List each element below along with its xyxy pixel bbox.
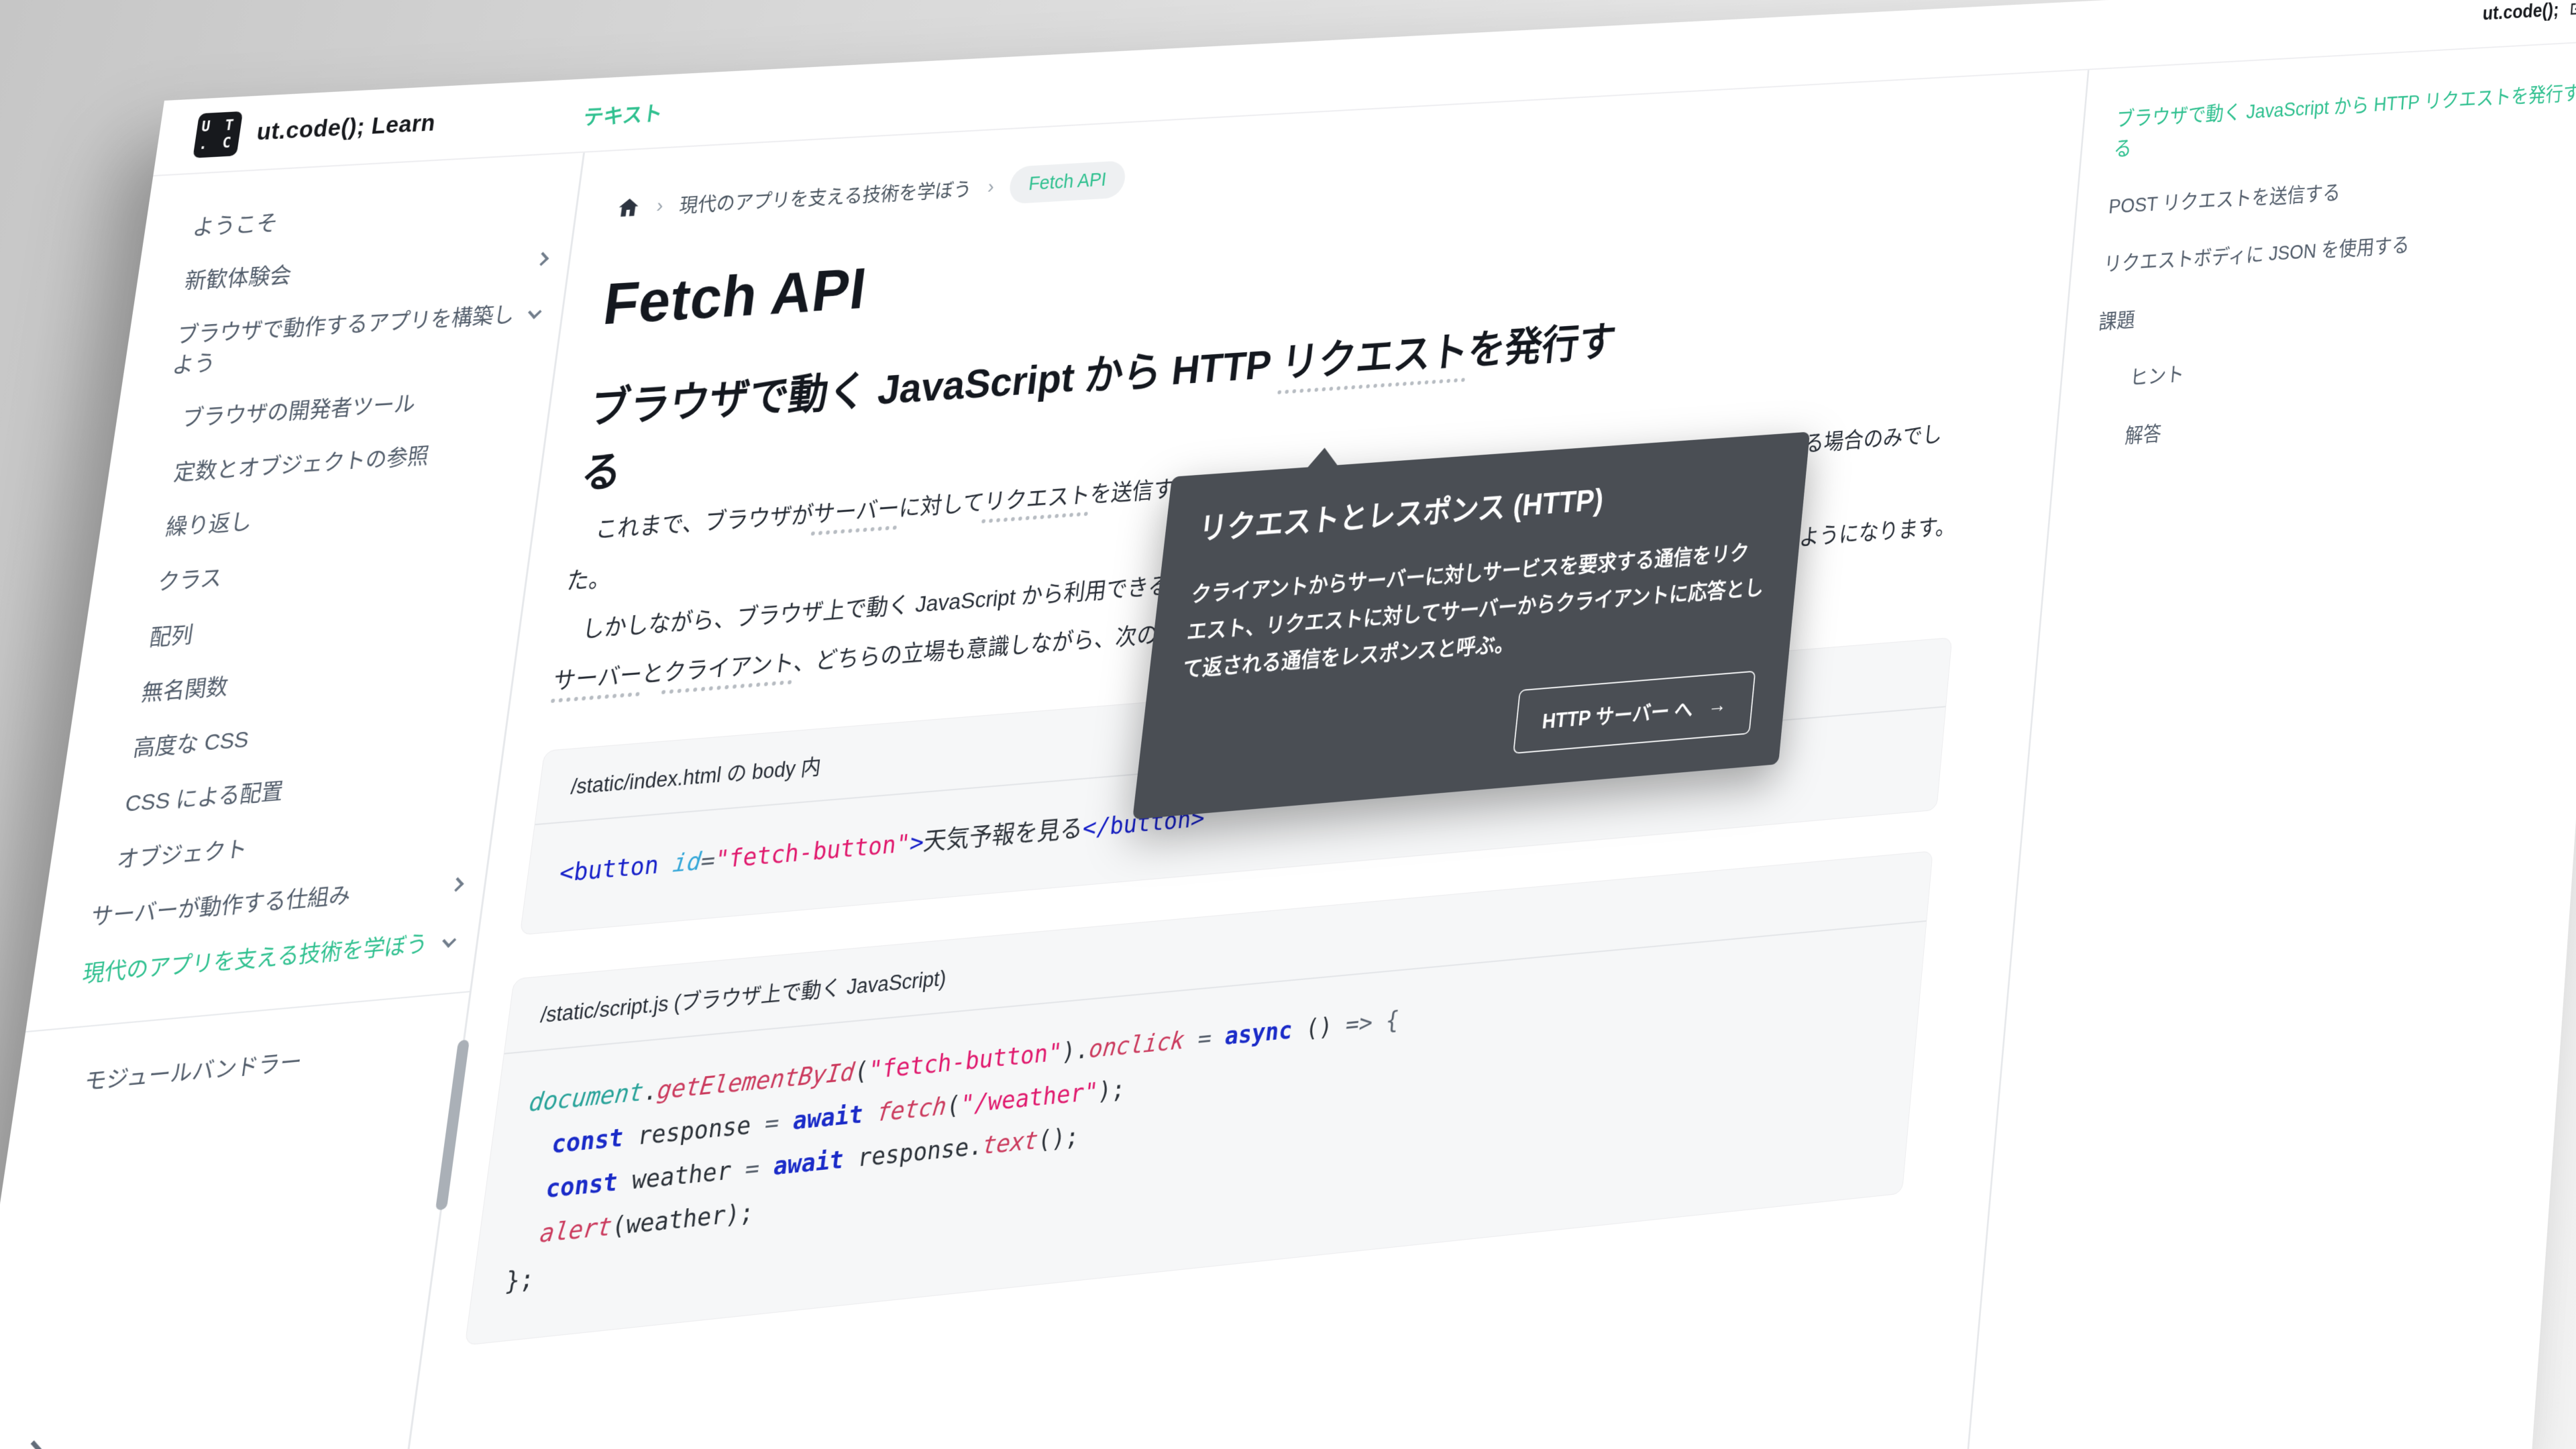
sidebar-item-label: サーバーが動作する仕組み: [89, 880, 353, 933]
toc-item-label: 解答: [2124, 422, 2162, 447]
toc-list: ブラウザで動く JavaScript から HTTP リクエストを発行する PO…: [2088, 77, 2576, 453]
breadcrumb-current-pill: Fetch API: [1008, 160, 1127, 204]
breadcrumb-section-link[interactable]: 現代のアプリを支える技術を学ぼう: [678, 174, 973, 218]
sidebar-item-label: モジュールバンドラー: [83, 1046, 304, 1097]
toc-item[interactable]: POST リクエストを送信する: [2108, 162, 2576, 221]
underlined-term[interactable]: クライアント: [661, 651, 795, 695]
sidebar-item[interactable]: CSS による配置: [105, 761, 478, 821]
sidebar-item-label: オブジェクト: [115, 834, 249, 875]
toc-item[interactable]: ブラウザで動く JavaScript から HTTP リクエストを発行する: [2112, 77, 2576, 164]
underlined-term[interactable]: リクエスト: [981, 482, 1091, 523]
sidebar-item-label: ブラウザで動作するアプリを構築しよう: [170, 300, 520, 380]
utcode-logo[interactable]: U T . C: [193, 111, 243, 158]
sidebar-item[interactable]: 無名関数: [122, 651, 494, 710]
toc-item-label: 課題: [2098, 309, 2136, 333]
external-link-icon: [2567, 0, 2576, 19]
sidebar-item-label: 繰り返し: [164, 507, 254, 543]
external-site-link[interactable]: ut.code();: [2482, 0, 2576, 25]
sidebar-item[interactable]: 高度な CSS: [114, 706, 486, 765]
sidebar-item-label: ブラウザの開発者ツール: [180, 388, 417, 433]
sidebar-item[interactable]: オブジェクト: [97, 816, 471, 877]
sidebar-item-label: クラス: [156, 563, 224, 598]
chevron-icon: [442, 932, 456, 947]
underlined-term[interactable]: サーバー: [551, 662, 643, 703]
underlined-term[interactable]: サーバー: [810, 496, 900, 536]
sidebar-item-label: ようこそ: [191, 209, 280, 243]
home-icon[interactable]: [615, 195, 641, 220]
term-tooltip: リクエストとレスポンス (HTTP) クライアントからサーバーに対しサービスを要…: [1132, 432, 1810, 820]
logo-line1: U T: [201, 116, 238, 136]
sidebar-item[interactable]: ようこそ: [191, 193, 555, 242]
sidebar-item-label: 新歓体験会: [183, 261, 294, 297]
sidebar-item[interactable]: サーバーが動作する仕組み: [89, 871, 464, 933]
chevron-icon: [535, 252, 549, 266]
toc-item[interactable]: ヒント: [2092, 332, 2576, 396]
sidebar-divider: [25, 991, 470, 1032]
sidebar-item[interactable]: ブラウザで動作するアプリを構築しよう: [170, 299, 541, 380]
toc-item-label: ブラウザで動く JavaScript から HTTP リクエストを発行する: [2113, 82, 2576, 160]
tooltip-button-label: HTTP サーバー へ: [1541, 692, 1695, 735]
main-content: › 現代のアプリを支える技術を学ぼう › Fetch API Fetch API…: [374, 70, 2088, 1449]
sidebar-item-label: 定数とオブジェクトの参照: [172, 441, 431, 488]
nav-text-link[interactable]: テキスト: [582, 96, 664, 130]
tooltip-http-server-button[interactable]: HTTP サーバー へ →: [1513, 671, 1756, 754]
sidebar-item-label: 配列: [148, 620, 195, 653]
logo-line2: . C: [198, 133, 235, 153]
toc-item[interactable]: 課題: [2098, 275, 2576, 337]
sidebar-item[interactable]: 新歓体験会: [183, 246, 549, 297]
screenshot-canvas: U T . C ut.code(); Learn テキスト ut.code();…: [0, 0, 2576, 1449]
sidebar-item[interactable]: 現代のアプリを支える技術を学ぼう: [80, 926, 456, 989]
underlined-term[interactable]: リクエスト: [1277, 329, 1470, 394]
sidebar-item[interactable]: 配列: [130, 597, 501, 654]
toc-item-label: ヒント: [2129, 363, 2186, 389]
code-card-js: /static/script.js (ブラウザ上で動く JavaScript) …: [465, 851, 1933, 1346]
sidebar-item-label: 現代のアプリを支える技術を学ぼう: [80, 928, 429, 989]
sidebar-item[interactable]: 繰り返し: [146, 489, 515, 544]
sidebar-item-label: 高度な CSS: [131, 724, 251, 764]
sidebar-item[interactable]: 定数とオブジェクトの参照: [154, 435, 523, 489]
toc-item-label: POST リクエストを送信する: [2108, 181, 2341, 218]
tooltip-arrow: [1307, 447, 1340, 469]
breadcrumb-separator: ›: [986, 175, 995, 198]
sidebar-item[interactable]: クラス: [138, 543, 508, 599]
sidebar-item[interactable]: ブラウザの開発者ツール: [162, 382, 530, 435]
arrow-right-icon: →: [1707, 693, 1728, 718]
external-brand-label: ut.code();: [2482, 0, 2560, 25]
breadcrumb-separator: ›: [655, 194, 665, 217]
sidebar-item-label: 無名関数: [140, 672, 230, 708]
sidebar-item[interactable]: モジュールバンドラー: [64, 1034, 441, 1099]
brand-title[interactable]: ut.code(); Learn: [255, 110, 437, 146]
chevron-icon: [528, 305, 541, 319]
toc-item[interactable]: リクエストボディに JSON を使用する: [2102, 219, 2576, 279]
sidebar-item-label: CSS による配置: [123, 776, 286, 819]
chevron-icon: [450, 877, 464, 892]
tooltip-body: クライアントからサーバーに対しサービスを要求する通信をリクエスト、リクエストに対…: [1181, 533, 1769, 688]
toc-item-label: リクエストボディに JSON を使用する: [2103, 233, 2410, 276]
sidebar-collapse-chevron-icon[interactable]: [19, 1440, 45, 1449]
page-sheet: U T . C ut.code(); Learn テキスト ut.code();…: [0, 0, 2576, 1449]
toc-item[interactable]: 解答: [2088, 389, 2574, 454]
